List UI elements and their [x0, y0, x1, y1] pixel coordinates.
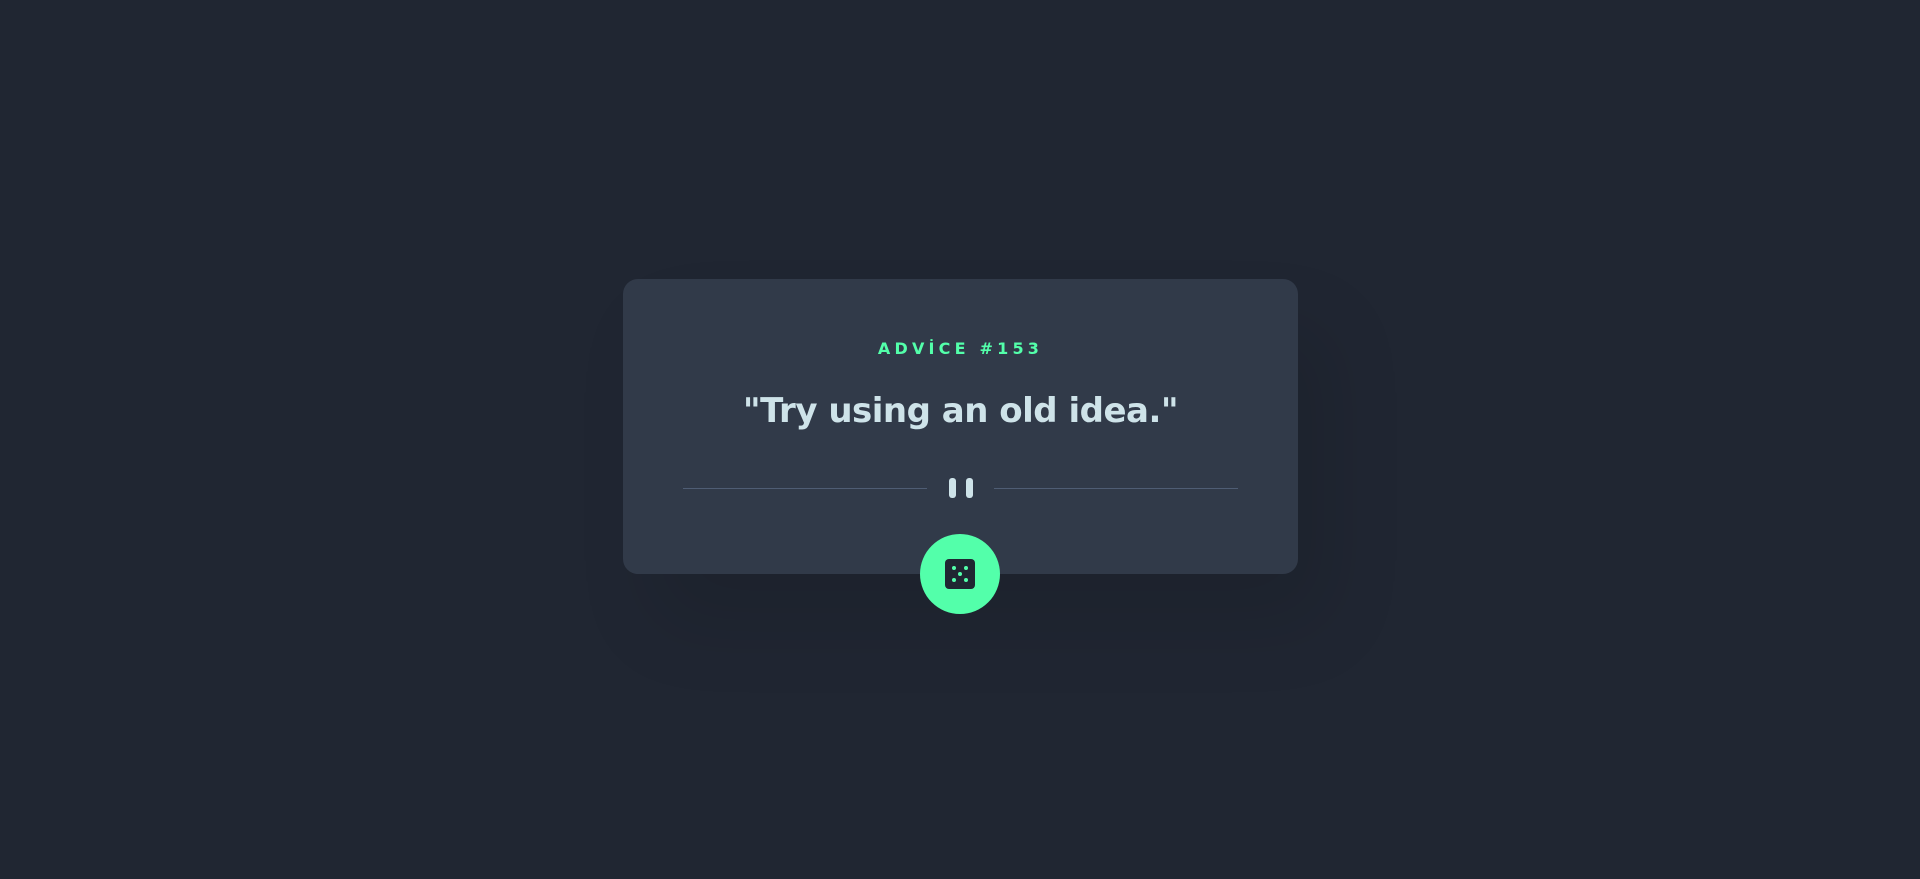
pattern-divider [683, 478, 1238, 498]
advice-id-label: ADVİCE #153 [877, 339, 1044, 358]
advice-card: ADVİCE #153 "Try using an old idea." [623, 279, 1298, 574]
advice-quote: "Try using an old idea." [742, 391, 1179, 431]
pause-icon [947, 478, 975, 498]
generate-advice-button[interactable] [920, 534, 1000, 614]
divider-line-right [994, 488, 1238, 489]
divider-line-left [683, 488, 927, 489]
dice-icon [945, 559, 975, 589]
